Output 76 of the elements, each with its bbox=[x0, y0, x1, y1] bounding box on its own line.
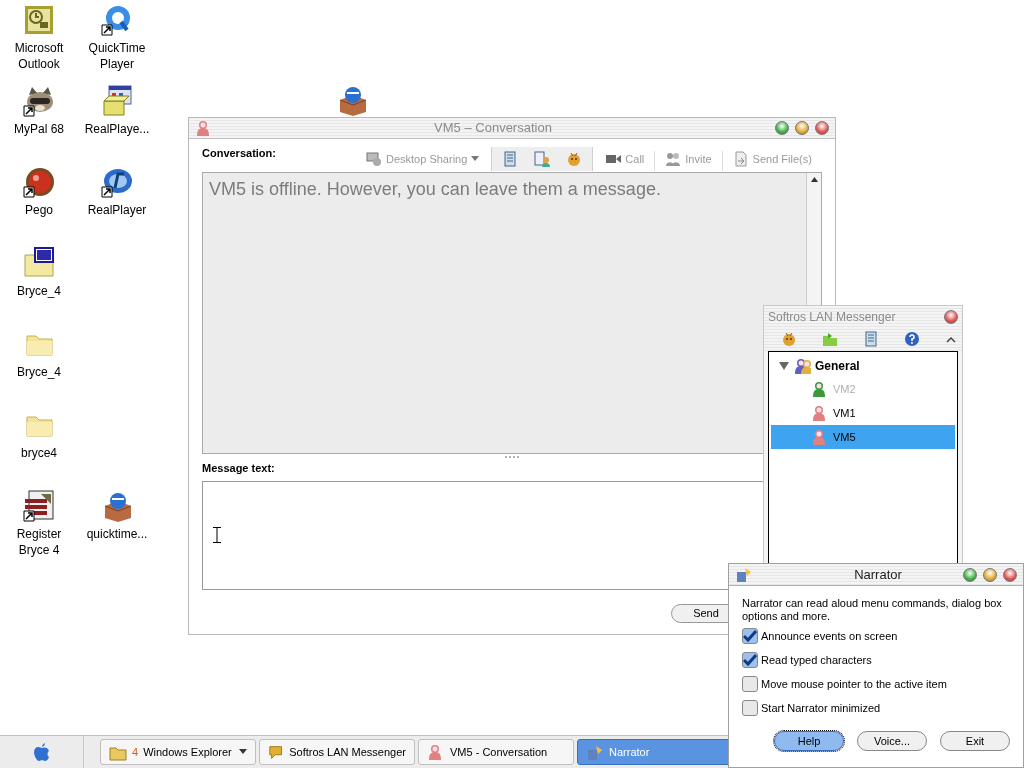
folder-icon bbox=[822, 331, 838, 347]
window-title: Narrator bbox=[853, 565, 903, 584]
contact-item[interactable]: VM1 bbox=[771, 401, 955, 425]
icon-label: RealPlaye... bbox=[83, 121, 151, 137]
apple-icon bbox=[33, 743, 50, 761]
icon-label: QuickTime Player bbox=[87, 40, 147, 72]
person-icon bbox=[195, 120, 211, 136]
taskbar-button[interactable]: VM5 - Conversation bbox=[418, 739, 574, 765]
zoom-button[interactable] bbox=[775, 121, 789, 135]
section-label: Conversation: bbox=[202, 145, 277, 161]
zoom-button[interactable] bbox=[963, 567, 977, 582]
screen-icon bbox=[366, 151, 382, 167]
folder-icon[interactable] bbox=[23, 247, 55, 279]
person-icon bbox=[811, 405, 827, 421]
checkbox[interactable] bbox=[742, 700, 758, 716]
checkbox[interactable] bbox=[742, 652, 758, 668]
people-icon bbox=[665, 151, 682, 167]
window-count: 4 bbox=[132, 744, 139, 760]
caret-icon bbox=[471, 156, 480, 162]
window-title: Softros LAN Messenger bbox=[768, 308, 897, 326]
group-label: General bbox=[815, 358, 860, 375]
window-title: VM5 – Conversation bbox=[433, 119, 553, 138]
icon-label: Microsoft Outlook bbox=[13, 40, 65, 72]
expanded-triangle-icon[interactable] bbox=[779, 361, 789, 371]
chevron-up-icon bbox=[946, 335, 956, 343]
checkbox[interactable] bbox=[742, 676, 758, 692]
taskbar-button[interactable]: 4 Windows Explorer bbox=[100, 739, 256, 765]
checkbox-label[interactable]: Move mouse pointer to the active item bbox=[761, 675, 947, 693]
icon-label: Bryce_4 bbox=[16, 283, 62, 299]
file-arrow-icon bbox=[732, 151, 749, 167]
group-icon bbox=[793, 358, 811, 374]
person-icon bbox=[811, 381, 827, 397]
narrator-icon bbox=[586, 743, 604, 761]
minimize-button[interactable] bbox=[795, 121, 809, 135]
contact-item[interactable]: VM5 bbox=[771, 425, 955, 449]
taskbar-button[interactable]: Softros LAN Messenger bbox=[259, 739, 415, 765]
history-text: VM5 is offline. However, you can leave them a message. bbox=[209, 178, 661, 201]
speech-bubble-icon bbox=[268, 743, 285, 761]
register-document-icon[interactable] bbox=[23, 490, 55, 522]
close-button[interactable] bbox=[1003, 567, 1017, 582]
checkbox-label[interactable]: Read typed characters bbox=[761, 651, 872, 669]
swirl-disc-icon[interactable] bbox=[101, 166, 133, 198]
icon-label: quicktime... bbox=[85, 526, 149, 542]
close-button[interactable] bbox=[944, 309, 958, 324]
collapse-button[interactable] bbox=[946, 335, 956, 343]
icon-label: RealPlayer bbox=[86, 202, 148, 218]
clock-card-icon[interactable] bbox=[23, 4, 55, 36]
raccoon-head-icon[interactable] bbox=[23, 85, 55, 117]
section-label: Message text: bbox=[202, 461, 276, 476]
checkbox-label[interactable]: Announce events on screen bbox=[761, 627, 898, 645]
icon-label: Register Bryce 4 bbox=[15, 526, 63, 558]
person-icon bbox=[811, 429, 827, 445]
text-cursor-icon bbox=[213, 527, 221, 543]
icon-label: bryce4 bbox=[20, 445, 58, 461]
installer-box-icon[interactable] bbox=[101, 85, 133, 117]
ball-icon[interactable] bbox=[23, 166, 55, 198]
splitter-grip-icon[interactable] bbox=[505, 455, 519, 459]
help-icon bbox=[904, 331, 920, 347]
notebook-icon bbox=[863, 331, 879, 347]
description-text: Narrator can read aloud menu commands, dialog box options and more. bbox=[742, 597, 1003, 623]
icon-label: Bryce_4 bbox=[16, 364, 62, 380]
smiley-icon bbox=[781, 331, 797, 347]
smiley-icon bbox=[566, 151, 583, 167]
icon-label: Pego bbox=[24, 202, 54, 218]
close-button[interactable] bbox=[815, 121, 829, 135]
dialog-button[interactable]: Exit bbox=[940, 731, 1010, 751]
quicktime-circle-icon[interactable] bbox=[101, 4, 133, 36]
dialog-button[interactable]: Help bbox=[774, 731, 844, 751]
info-person-icon bbox=[534, 151, 551, 167]
checkbox[interactable] bbox=[742, 628, 758, 644]
notebook-icon bbox=[502, 151, 519, 167]
icon-label: MyPal 68 bbox=[13, 121, 65, 137]
narrator-icon bbox=[735, 566, 753, 583]
minimize-button[interactable] bbox=[983, 567, 997, 582]
checkbox-label[interactable]: Start Narrator minimized bbox=[761, 699, 881, 717]
dialog-button[interactable]: Voice... bbox=[857, 731, 927, 751]
